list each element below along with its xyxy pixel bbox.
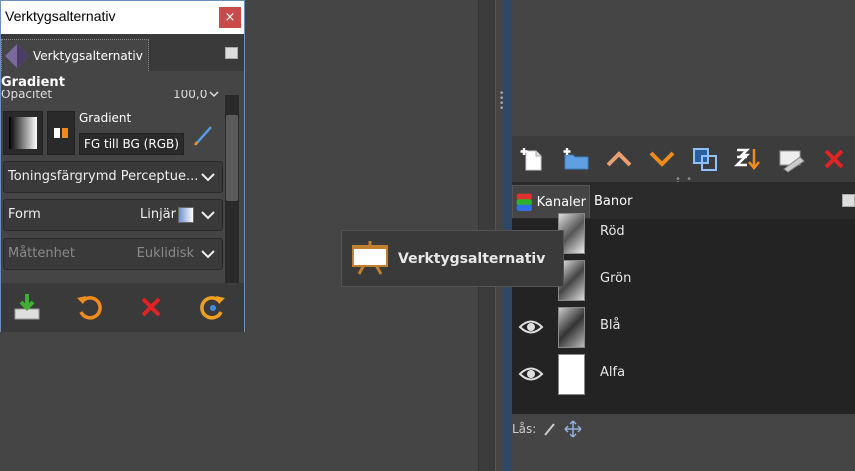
window-tabbar: Verktygsalternativ xyxy=(1,34,244,71)
scrollbar-thumb[interactable] xyxy=(226,115,238,201)
tab-menu-button[interactable] xyxy=(225,47,238,59)
metric-select[interactable]: Måttenhet Euklidisk xyxy=(3,238,223,270)
lock-label: Lås: xyxy=(512,422,537,436)
gradient-label: Gradient xyxy=(79,111,132,125)
tool-options-panel: Gradient Opacitet 100,0 Gradient FG till… xyxy=(1,71,244,283)
restore-preset-button[interactable] xyxy=(73,291,105,323)
chevron-down-icon[interactable] xyxy=(208,90,220,102)
reverse-gradient-button[interactable] xyxy=(47,111,75,155)
duplicate-icon xyxy=(692,148,717,171)
scrollbar[interactable] xyxy=(225,95,239,283)
close-icon: × xyxy=(224,10,236,25)
eye-icon xyxy=(518,367,544,381)
reset-icon xyxy=(200,296,225,320)
lock-row: Lås: xyxy=(512,414,855,444)
linear-shape-icon xyxy=(178,207,194,223)
anchor-channel-button[interactable] xyxy=(769,136,812,182)
dock-menu-button[interactable] xyxy=(842,194,855,207)
channel-thumbnail xyxy=(558,307,585,348)
chevron-down-icon xyxy=(201,211,215,220)
channels-dock: • • • Kanaler Banor Röd xyxy=(512,136,855,471)
tab-tool-options-label: Verktygsalternativ xyxy=(33,48,143,63)
chevron-down-icon xyxy=(201,250,215,259)
chevron-down-icon xyxy=(201,173,215,182)
tab-tool-options[interactable]: Verktygsalternativ xyxy=(1,39,149,71)
dragged-dockable-label: Verktygsalternativ xyxy=(341,230,564,287)
channel-name: Blå xyxy=(600,318,621,333)
tool-options-footer xyxy=(1,283,244,332)
move-lock-icon[interactable] xyxy=(564,420,582,438)
blend-color-space-select[interactable]: Toningsfärgrymd Perceptue... xyxy=(3,161,223,193)
blend-color-space-label: Toningsfärgrymd Perceptue... xyxy=(8,169,199,184)
mask-icon xyxy=(779,150,805,173)
window-titlebar[interactable]: Verktygsalternativ × xyxy=(1,1,244,34)
chevron-down-icon xyxy=(649,151,675,167)
section-title: Gradient xyxy=(1,75,65,90)
eye-icon xyxy=(518,320,544,334)
new-folder-button[interactable] xyxy=(555,136,598,182)
reset-button[interactable] xyxy=(197,291,229,323)
tool-options-window: Verktygsalternativ × Verktygsalternativ … xyxy=(0,0,245,332)
visibility-toggle[interactable] xyxy=(518,316,544,338)
metric-label: Måttenhet xyxy=(8,246,75,261)
easel-icon xyxy=(352,240,388,275)
gradient-preview[interactable] xyxy=(3,111,43,155)
channel-name: Röd xyxy=(600,224,625,239)
delete-x-icon xyxy=(141,297,161,317)
gradient-tool-icon xyxy=(5,43,29,68)
brush-lock-icon[interactable] xyxy=(542,421,558,437)
shape-value: Linjär xyxy=(139,207,176,222)
tab-paths-label: Banor xyxy=(594,194,633,209)
gradient-name-field[interactable]: FG till BG (RGB) xyxy=(79,133,184,155)
delete-x-icon xyxy=(824,149,843,169)
list-item[interactable]: Blå xyxy=(512,304,855,351)
shape-select[interactable]: Form Linjär xyxy=(3,199,223,231)
channel-thumbnail xyxy=(558,354,585,395)
undo-icon xyxy=(77,296,102,320)
opacity-value: 100,0 xyxy=(173,90,208,101)
new-page-icon xyxy=(520,148,542,171)
delete-preset-button[interactable] xyxy=(135,291,167,323)
raise-channel-button[interactable] xyxy=(598,136,641,182)
chevron-up-icon xyxy=(606,151,632,167)
metric-value: Euklidisk xyxy=(136,246,194,261)
window-title: Verktygsalternativ xyxy=(5,8,116,24)
save-preset-button[interactable] xyxy=(11,291,43,323)
close-button[interactable]: × xyxy=(219,7,241,28)
visibility-toggle[interactable] xyxy=(518,363,544,385)
reverse-icon xyxy=(54,128,68,138)
pane-resize-grip[interactable]: • • • • xyxy=(499,90,504,114)
save-download-icon xyxy=(14,294,40,320)
folder-icon xyxy=(563,148,589,170)
channel-name: Alfa xyxy=(600,365,626,380)
channel-to-selection-button[interactable] xyxy=(726,136,769,182)
list-item[interactable]: Alfa xyxy=(512,351,855,398)
dragged-label-text: Verktygsalternativ xyxy=(398,250,546,267)
opacity-label: Opacitet xyxy=(1,90,53,101)
sort-icon xyxy=(733,148,760,170)
pencil-icon xyxy=(193,126,212,146)
edit-gradient-button[interactable] xyxy=(192,123,216,147)
opacity-slider[interactable]: Opacitet 100,0 xyxy=(1,90,223,102)
shape-label: Form xyxy=(8,207,41,222)
channel-name: Grön xyxy=(600,271,632,286)
tab-channels-label: Kanaler xyxy=(536,194,586,210)
new-channel-button[interactable] xyxy=(512,136,555,182)
delete-channel-button[interactable] xyxy=(812,136,855,182)
